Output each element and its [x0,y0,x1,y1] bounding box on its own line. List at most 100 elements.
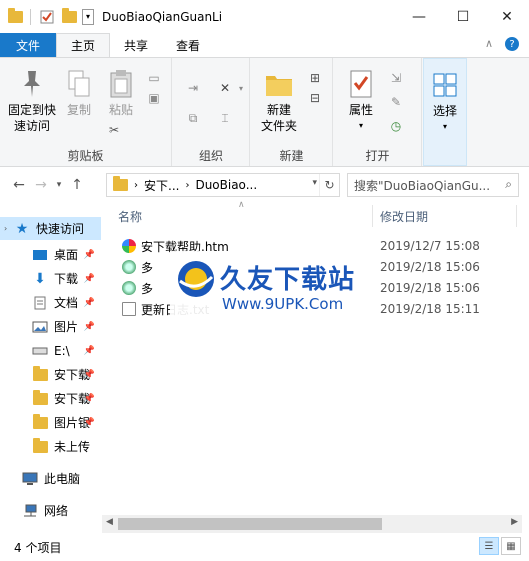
sidebar-item-folder[interactable]: 安下载 📌 [0,363,101,386]
copy-button[interactable]: 复制 [62,68,96,118]
rename-icon[interactable]: ⌶ [217,110,233,126]
sidebar-item-folder[interactable]: 图片银 📌 [0,411,101,434]
column-divider[interactable] [372,205,373,227]
column-header-name[interactable]: 名称 [118,203,368,229]
sidebar-item-pictures[interactable]: 图片 📌 [0,315,101,338]
scroll-left-icon[interactable]: ◀ [106,517,113,527]
address-dropdown-icon[interactable]: ▾ [312,178,317,188]
new-folder-icon[interactable] [60,7,78,26]
open-icon[interactable]: ⇲ [388,70,404,86]
ribbon: 固定到快 速访问 复制 粘贴 ▭ ▣ ✂ 剪贴板 ⇥ ✕ ▾ ⧉ ⌶ 组织 新建… [0,57,529,167]
edit-icon[interactable]: ✎ [388,94,404,110]
address-bar[interactable]: › 安下... › DuoBiao... ▾ ↻ [106,173,340,197]
cut-path-icon[interactable]: ▭ [146,70,162,86]
refresh-icon[interactable]: ↻ [319,174,339,196]
sidebar-item-folder[interactable]: 未上传 [0,435,101,458]
sidebar-item-folder[interactable]: 安下载 📌 [0,387,101,410]
new-group-label: 新建 [279,149,304,163]
copy-icon [63,68,95,100]
paste-icon [105,68,137,100]
network-icon [22,504,38,518]
qat-dropdown-icon[interactable]: ▾ [82,8,94,25]
recent-locations-icon[interactable]: ▾ [52,180,66,190]
help-icon[interactable]: ? [505,37,519,51]
paste-shortcut-icon[interactable]: ▣ [146,90,162,106]
sidebar-item-drive-e[interactable]: E:\ 📌 [0,339,101,362]
properties-check-icon[interactable] [38,8,56,26]
star-icon: ★ [15,220,29,237]
folder-icon [113,176,128,191]
sidebar-item-desktop[interactable]: 桌面 📌 [0,243,101,266]
properties-dropdown-icon: ▾ [358,121,363,130]
up-arrow-icon[interactable]: ↑ [66,177,88,193]
paste-button[interactable]: 粘贴 [104,68,138,118]
select-button[interactable]: 选择 ▾ [428,69,462,135]
computer-icon [22,472,38,486]
back-arrow-icon[interactable]: ← [8,177,30,193]
watermark-logo-icon [178,261,214,297]
search-input[interactable]: 搜索"DuoBiaoQianGu... ⌕ [347,173,519,197]
sidebar-item-documents[interactable]: 文档 📌 [0,291,101,314]
scrollbar-thumb[interactable] [118,518,382,530]
move-to-icon[interactable]: ⇥ [185,80,201,96]
column-divider[interactable] [516,205,517,227]
new-folder-button[interactable]: 新建 文件夹 [257,68,301,134]
folder-icon [32,389,48,406]
maximize-button[interactable]: ☐ [441,0,485,33]
folder-icon [32,365,48,382]
pin-icon: 📌 [83,297,95,308]
pin-icon [16,68,48,100]
clipboard-group-label: 剪贴板 [67,149,104,163]
tab-view[interactable]: 查看 [162,33,214,57]
history-icon[interactable]: ◷ [388,118,404,134]
easy-access-icon[interactable]: ⊟ [307,90,323,106]
sidebar-item-network[interactable]: 网络 [0,499,101,522]
minimize-button[interactable]: — [397,0,441,33]
scissors-icon[interactable]: ✂ [106,122,122,138]
new-item-icon[interactable]: ⊞ [307,70,323,86]
watermark: 久友下载站 Www.9UPK.Com [170,251,377,325]
open-group-label: 打开 [365,149,390,163]
horizontal-scrollbar[interactable]: ◀ ▶ [102,515,522,533]
title-bar: ▾ DuoBiaoQianGuanLi — ☐ ✕ [0,0,529,33]
large-icons-view-icon[interactable]: ▦ [501,537,521,555]
organize-group-label: 组织 [198,149,223,163]
sidebar-item-this-pc[interactable]: 此电脑 [0,467,101,490]
copy-to-icon[interactable]: ⧉ [185,110,201,126]
tab-share[interactable]: 共享 [110,33,162,57]
separator [30,8,31,25]
app-icon [122,260,136,274]
properties-button[interactable]: 属性 ▾ [342,68,380,134]
breadcrumb-current[interactable]: DuoBiao... [195,178,257,192]
select-group: 选择 ▾ [423,58,467,166]
forward-arrow-icon[interactable]: → [30,177,52,193]
drive-icon [32,344,48,358]
details-view-icon[interactable]: ☰ [479,537,499,555]
watermark-brand: 久友下载站 [220,265,356,295]
properties-icon [345,68,377,100]
delete-icon[interactable]: ✕ [217,80,233,96]
clipboard-group: 固定到快 速访问 复制 粘贴 ▭ ▣ ✂ 剪贴板 [0,58,172,166]
sidebar-item-downloads[interactable]: ⬇ 下载 📌 [0,267,101,290]
tab-home[interactable]: 主页 [56,33,111,57]
collapse-ribbon-icon[interactable]: ∧ [485,37,493,51]
breadcrumb-chevron-icon[interactable]: › [185,180,189,191]
pin-quick-access-button[interactable]: 固定到快 速访问 [6,68,58,134]
breadcrumb-chevron-icon[interactable]: › [134,180,138,191]
select-dropdown-icon: ▾ [442,122,447,131]
status-bar: 4 个项目 ☰ ▦ [0,533,529,561]
delete-dropdown-icon[interactable]: ▾ [233,80,249,96]
tab-file[interactable]: 文件 [0,33,56,57]
quick-access-toolbar: ▾ [0,7,94,26]
app-icon [122,281,136,295]
scroll-right-icon[interactable]: ▶ [511,517,518,527]
close-button[interactable]: ✕ [485,0,529,33]
folder-icon [32,437,48,454]
folder-icon [8,7,23,23]
pin-icon: 📌 [83,393,95,404]
item-count: 4 个项目 [14,540,62,555]
breadcrumb-parent[interactable]: 安下... [144,177,179,194]
sidebar-item-quick-access[interactable]: › ★ 快速访问 [0,217,101,240]
column-header-date[interactable]: 修改日期 [380,203,520,229]
pin-icon: 📌 [83,345,95,356]
